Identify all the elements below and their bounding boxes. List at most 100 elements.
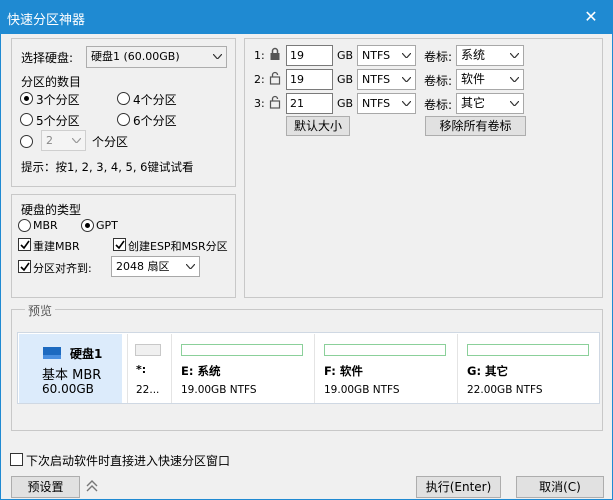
partitions-group: 1: 19 GB NTFS 卷标: 系统 2: 19 GB NTFS 卷标: 软… (244, 38, 603, 298)
radio-gpt[interactable] (81, 219, 94, 232)
align-sector-value: 2048 扇区 (116, 260, 170, 273)
lock-icon[interactable] (269, 47, 281, 64)
partition-g-usage-bar (467, 344, 589, 356)
disk-select-value: 硬盘1 (60.00GB) (91, 50, 180, 63)
partition-1-fs-select[interactable]: NTFS (357, 45, 416, 66)
partition-2-size-input[interactable]: 19 (286, 69, 333, 90)
partition-e-usage-bar (181, 344, 303, 356)
unlock-icon[interactable] (269, 95, 281, 112)
keyboard-hint: 提示：按1, 2, 3, 4, 5, 6键试试看 (21, 160, 194, 174)
preview-heading: 预览 (25, 302, 56, 319)
unallocated-detail: 22... (136, 384, 160, 396)
custom-partition-suffix: 个分区 (92, 135, 129, 149)
startup-checkbox[interactable] (10, 453, 23, 466)
chevron-down-icon (210, 47, 226, 66)
partition-1-label-value: 系统 (461, 48, 486, 62)
partition-2-fs-select[interactable]: NTFS (357, 69, 416, 90)
custom-partition-count-value: 2 (46, 134, 53, 147)
radio-gpt-label[interactable]: GPT (96, 219, 118, 232)
partition-e-title: E: 系统 (181, 364, 221, 378)
align-partitions-checkbox[interactable] (18, 260, 31, 273)
radio-6-partitions-label[interactable]: 6个分区 (133, 112, 177, 129)
create-esp-msr-label[interactable]: 创建ESP和MSR分区 (128, 238, 228, 254)
partition-1-fs-value: NTFS (362, 49, 391, 62)
partition-1-size-input[interactable]: 19 (286, 45, 333, 66)
partition-2-label-value: 软件 (461, 72, 486, 86)
radio-6-partitions[interactable] (117, 113, 130, 126)
dialog-body: 选择硬盘: 硬盘1 (60.00GB) 分区的数目 3个分区 4个分区 5个分区… (1, 34, 612, 499)
custom-partition-count-select[interactable]: 2 (41, 130, 86, 151)
partition-3-label-caption: 卷标: (424, 98, 453, 112)
partition-count-heading: 分区的数目 (21, 75, 82, 89)
partition-2-label-caption: 卷标: (424, 74, 453, 88)
preview-box: 硬盘1 基本 MBR 60.00GB *: 22... E: 系统 19.00G… (17, 332, 600, 404)
partition-f-detail: 19.00GB NTFS (324, 384, 400, 396)
unallocated-title: *: (136, 363, 147, 376)
startup-checkbox-label[interactable]: 下次启动软件时直接进入快速分区窗口 (26, 452, 230, 469)
radio-4-partitions-label[interactable]: 4个分区 (133, 91, 177, 108)
partition-card-f[interactable]: F: 软件 19.00GB NTFS (314, 334, 454, 403)
partition-2-fs-value: NTFS (362, 73, 391, 86)
radio-3-partitions-label[interactable]: 3个分区 (36, 91, 80, 108)
radio-3-partitions[interactable] (20, 92, 33, 105)
disk-type-heading: 硬盘的类型 (21, 203, 82, 217)
window: 快速分区神器 ✕ 选择硬盘: 硬盘1 (60.00GB) 分区的数目 3个分区 … (0, 0, 613, 500)
chevron-down-icon (69, 131, 85, 150)
partition-3-label-value: 其它 (461, 96, 486, 110)
close-icon[interactable]: ✕ (569, 0, 613, 34)
partition-g-detail: 22.00GB NTFS (467, 384, 543, 396)
chevron-down-icon (183, 257, 199, 276)
create-esp-msr-checkbox[interactable] (113, 238, 126, 251)
partition-card-g[interactable]: G: 其它 22.00GB NTFS (457, 334, 599, 403)
align-partitions-label[interactable]: 分区对齐到: (33, 260, 92, 276)
partition-count-group: 选择硬盘: 硬盘1 (60.00GB) 分区的数目 3个分区 4个分区 5个分区… (11, 38, 236, 187)
title-bar: 快速分区神器 ✕ (0, 0, 613, 34)
hard-disk-icon (42, 346, 62, 363)
partition-1-unit: GB (337, 49, 354, 62)
radio-mbr[interactable] (18, 219, 31, 232)
partition-f-title: F: 软件 (324, 364, 363, 378)
unallocated-card[interactable]: *: 22... (127, 334, 169, 403)
disk-select[interactable]: 硬盘1 (60.00GB) (86, 46, 227, 68)
align-sector-select[interactable]: 2048 扇区 (111, 256, 200, 277)
partition-3-fs-value: NTFS (362, 97, 391, 110)
radio-4-partitions[interactable] (117, 92, 130, 105)
chevron-down-icon (399, 94, 415, 113)
partition-g-title: G: 其它 (467, 364, 509, 378)
disk-type-group: 硬盘的类型 MBR GPT 重建MBR 创建ESP和MSR分区 分区对齐到: 2… (11, 194, 236, 298)
partition-2-index: 2: (254, 73, 265, 86)
cancel-button[interactable]: 取消(C) (516, 476, 604, 498)
disk-card[interactable]: 硬盘1 基本 MBR 60.00GB (19, 334, 122, 403)
partition-1-label-caption: 卷标: (424, 50, 453, 64)
partition-2-label-select[interactable]: 软件 (456, 69, 524, 90)
chevron-down-icon (399, 70, 415, 89)
unallocated-usage-bar (135, 344, 161, 356)
chevron-down-icon (399, 46, 415, 65)
partition-1-index: 1: (254, 49, 265, 62)
radio-5-partitions[interactable] (20, 113, 33, 126)
partition-e-detail: 19.00GB NTFS (181, 384, 257, 396)
disk-select-label: 选择硬盘: (21, 51, 74, 65)
preset-button[interactable]: 预设置 (11, 476, 80, 498)
chevron-down-icon (507, 94, 523, 113)
partition-3-label-select[interactable]: 其它 (456, 93, 524, 114)
execute-button[interactable]: 执行(Enter) (416, 476, 501, 498)
disk-type: 基本 MBR (42, 368, 102, 383)
partition-card-e[interactable]: E: 系统 19.00GB NTFS (171, 334, 311, 403)
default-size-button[interactable]: 默认大小 (286, 116, 350, 136)
partition-3-fs-select[interactable]: NTFS (357, 93, 416, 114)
rebuild-mbr-checkbox[interactable] (18, 238, 31, 251)
rebuild-mbr-label[interactable]: 重建MBR (33, 238, 80, 254)
radio-5-partitions-label[interactable]: 5个分区 (36, 112, 80, 129)
remove-labels-button[interactable]: 移除所有卷标 (425, 116, 526, 136)
chevron-down-icon (507, 46, 523, 65)
partition-3-unit: GB (337, 97, 354, 110)
double-chevron-up-icon[interactable] (86, 480, 98, 495)
disk-size: 60.00GB (42, 382, 94, 396)
partition-1-label-select[interactable]: 系统 (456, 45, 524, 66)
radio-custom-partitions[interactable] (20, 135, 33, 148)
unlock-icon[interactable] (269, 71, 281, 88)
partition-f-usage-bar (324, 344, 446, 356)
partition-3-size-input[interactable]: 21 (286, 93, 333, 114)
radio-mbr-label[interactable]: MBR (33, 219, 58, 232)
